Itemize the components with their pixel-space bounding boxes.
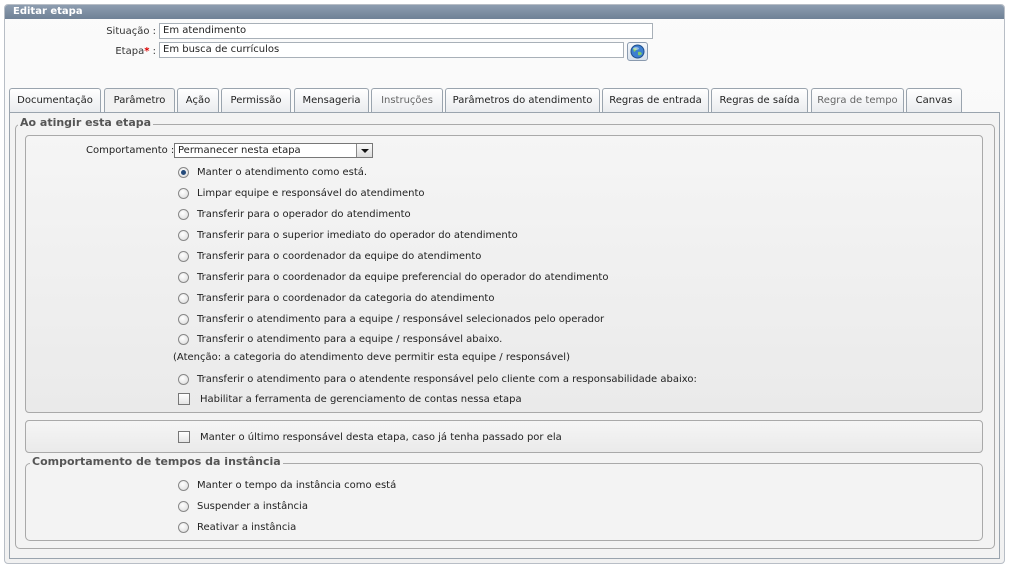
etapa-label: Etapa* : (85, 46, 156, 57)
tab-regra-tempo[interactable]: Regra de tempo (811, 88, 904, 113)
tab-instrucoes[interactable]: Instruções (371, 88, 443, 113)
radio-button[interactable] (178, 522, 189, 533)
tab-documentacao[interactable]: Documentação (9, 88, 101, 113)
radio-button[interactable] (178, 272, 189, 283)
checkbox[interactable] (178, 431, 190, 443)
checkbox-label: Manter o último responsável desta etapa,… (200, 432, 562, 443)
situacao-field[interactable]: Em atendimento (159, 23, 653, 39)
etapa-field[interactable]: Em busca de currículos (159, 42, 624, 58)
option-label: Transferir o atendimento para o atendent… (197, 374, 697, 385)
tab-parametros-atendimento[interactable]: Parâmetros do atendimento (445, 88, 600, 113)
option-label: Suspender a instância (197, 501, 308, 512)
radio-button[interactable] (178, 188, 189, 199)
fieldset-ao-atingir: Ao atingir esta etapa Comportamento : Pe… (15, 116, 995, 549)
radio-button[interactable] (178, 293, 189, 304)
fieldset-tempos-instancia: Comportamento de tempos da instância Man… (25, 455, 983, 541)
etapa-label-text: Etapa (115, 46, 145, 57)
radio-button[interactable] (178, 501, 189, 512)
comportamento-label: Comportamento : (86, 145, 175, 156)
etapa-label-colon: : (149, 46, 156, 57)
edit-stage-window: Editar etapa Situação : Em atendimento E… (4, 4, 1005, 564)
chevron-down-icon[interactable] (356, 144, 372, 157)
option-label: Transferir para o coordenador da categor… (197, 293, 495, 304)
comportamento-select-value: Permanecer nesta etapa (178, 145, 301, 156)
option-label: Transferir para o superior imediato do o… (197, 230, 518, 241)
radio-button[interactable] (178, 480, 189, 491)
option-label: Manter o atendimento como está. (197, 167, 368, 178)
tab-mensageria[interactable]: Mensageria (294, 88, 369, 113)
ultimo-responsavel-box: Manter o último responsável desta etapa,… (25, 420, 983, 453)
tab-regras-entrada[interactable]: Regras de entrada (602, 88, 709, 113)
etapa-lookup-button[interactable] (627, 42, 648, 61)
situacao-label: Situação : (106, 26, 156, 37)
radio-button[interactable] (178, 314, 189, 325)
globe-icon (630, 44, 645, 59)
tab-parametro[interactable]: Parâmetro (104, 88, 175, 115)
checkbox[interactable] (178, 393, 190, 405)
option-label: Transferir o atendimento para a equipe /… (197, 314, 605, 325)
option-label: Transferir para o coordenador da equipe … (197, 251, 482, 262)
tab-acao[interactable]: Ação (177, 88, 219, 113)
checkbox-label: Habilitar a ferramenta de gerenciamento … (200, 394, 522, 405)
option-label: Manter o tempo da instância como está (197, 480, 397, 491)
option-label: Transferir para o operador do atendiment… (197, 209, 411, 220)
window-title: Editar etapa (5, 5, 1004, 19)
tab-canvas[interactable]: Canvas (906, 88, 962, 113)
radio-button[interactable] (178, 251, 189, 262)
legend-ao-atingir: Ao atingir esta etapa (18, 116, 154, 129)
radio-button[interactable] (178, 230, 189, 241)
legend-tempos-instancia: Comportamento de tempos da instância (30, 455, 283, 468)
tab-regras-saida[interactable]: Regras de saída (711, 88, 808, 113)
radio-button[interactable] (178, 167, 189, 178)
tab-permissao[interactable]: Permissão (221, 88, 291, 113)
option-label: Transferir o atendimento para a equipe /… (197, 334, 503, 345)
radio-button[interactable] (178, 374, 189, 385)
tab-panel-parametro: Ao atingir esta etapa Comportamento : Pe… (9, 112, 1000, 559)
radio-button[interactable] (178, 334, 189, 345)
comportamento-box: Comportamento : Permanecer nesta etapa M… (25, 135, 983, 413)
option-label: Reativar a instância (197, 522, 297, 533)
attention-note: (Atenção: a categoria do atendimento dev… (173, 352, 570, 363)
comportamento-select[interactable]: Permanecer nesta etapa (174, 143, 373, 158)
radio-button[interactable] (178, 209, 189, 220)
option-label: Limpar equipe e responsável do atendimen… (197, 188, 425, 199)
option-label: Transferir para o coordenador da equipe … (197, 272, 609, 283)
